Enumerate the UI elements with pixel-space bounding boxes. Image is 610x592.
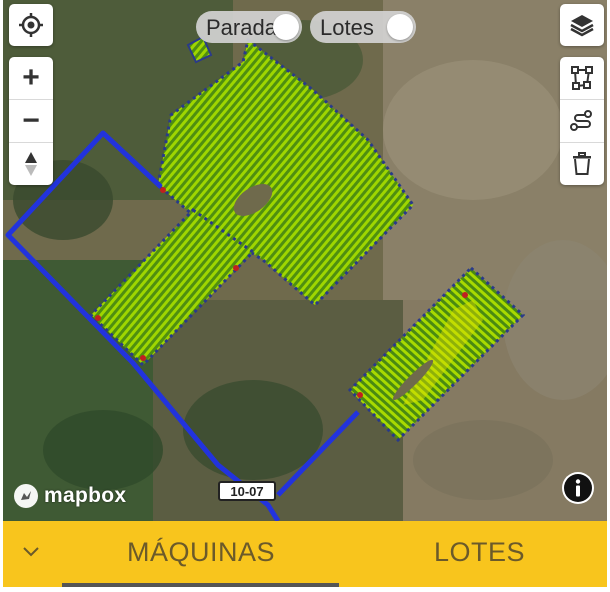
layers-button[interactable] (560, 4, 604, 46)
road-shield: 10-07 (218, 481, 276, 501)
plus-icon: + (22, 61, 40, 94)
mapbox-logo-text: mapbox (44, 484, 127, 507)
bottom-strip (0, 587, 610, 592)
toggle-lotes-label: Lotes (320, 15, 374, 40)
toggle-parada-knob[interactable] (273, 14, 299, 40)
draw-polygon-button[interactable] (560, 57, 604, 99)
tab-maquinas[interactable]: MÁQUINAS (127, 537, 275, 568)
zoom-controls: + − (9, 57, 53, 185)
toggle-lotes[interactable]: Lotes (310, 11, 416, 43)
info-icon (564, 474, 592, 502)
bottom-tab-bar: MÁQUINAS LOTES (3, 521, 607, 587)
compass-button[interactable] (9, 143, 53, 185)
attribution-info-button[interactable] (562, 472, 594, 504)
toggle-lotes-knob[interactable] (387, 14, 413, 40)
polygon-icon (571, 66, 593, 90)
trash-icon (573, 152, 591, 175)
crosshair-icon (19, 13, 43, 37)
compass-icon (25, 152, 37, 176)
tab-lotes[interactable]: LOTES (434, 537, 525, 568)
locate-button[interactable] (9, 4, 53, 46)
draw-controls (560, 57, 604, 185)
toggle-parada-label: Parada (206, 15, 277, 40)
chevron-down-icon[interactable] (21, 541, 41, 561)
zoom-out-button[interactable]: − (9, 100, 53, 142)
zoom-in-button[interactable]: + (9, 57, 53, 99)
mapbox-logo[interactable]: mapbox (12, 482, 126, 510)
map-canvas[interactable] (3, 0, 607, 521)
delete-button[interactable] (560, 143, 604, 185)
minus-icon: − (22, 104, 40, 137)
mapbox-logo-icon (14, 484, 38, 508)
draw-line-button[interactable] (560, 100, 604, 142)
toggle-parada[interactable]: Parada (196, 11, 302, 43)
satellite-basemap (3, 0, 607, 521)
layers-icon (570, 15, 594, 37)
route-icon (570, 110, 592, 131)
